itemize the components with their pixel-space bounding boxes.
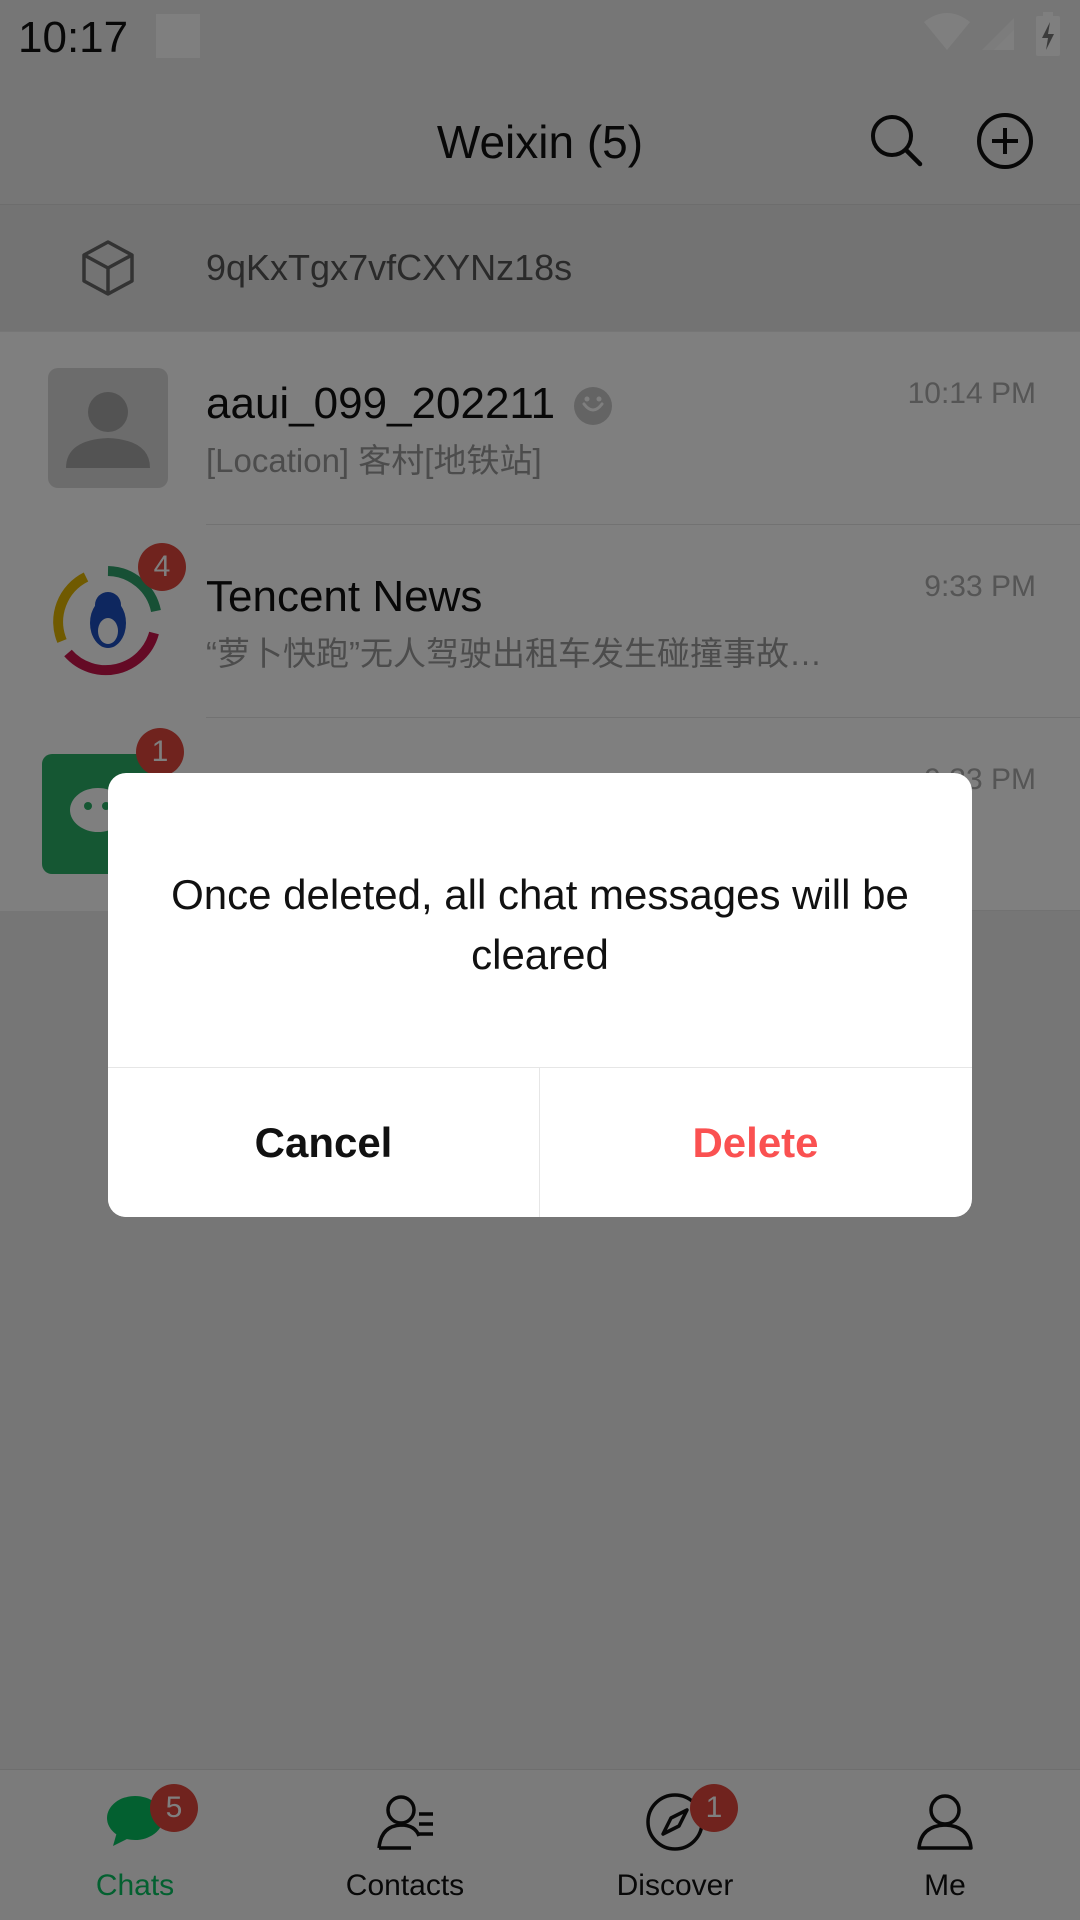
delete-confirm-dialog: Once deleted, all chat messages will be … [108,773,972,1217]
dialog-message: Once deleted, all chat messages will be … [171,871,909,978]
cancel-button[interactable]: Cancel [108,1068,539,1217]
dialog-actions: Cancel Delete [108,1067,972,1217]
delete-button[interactable]: Delete [540,1068,971,1217]
